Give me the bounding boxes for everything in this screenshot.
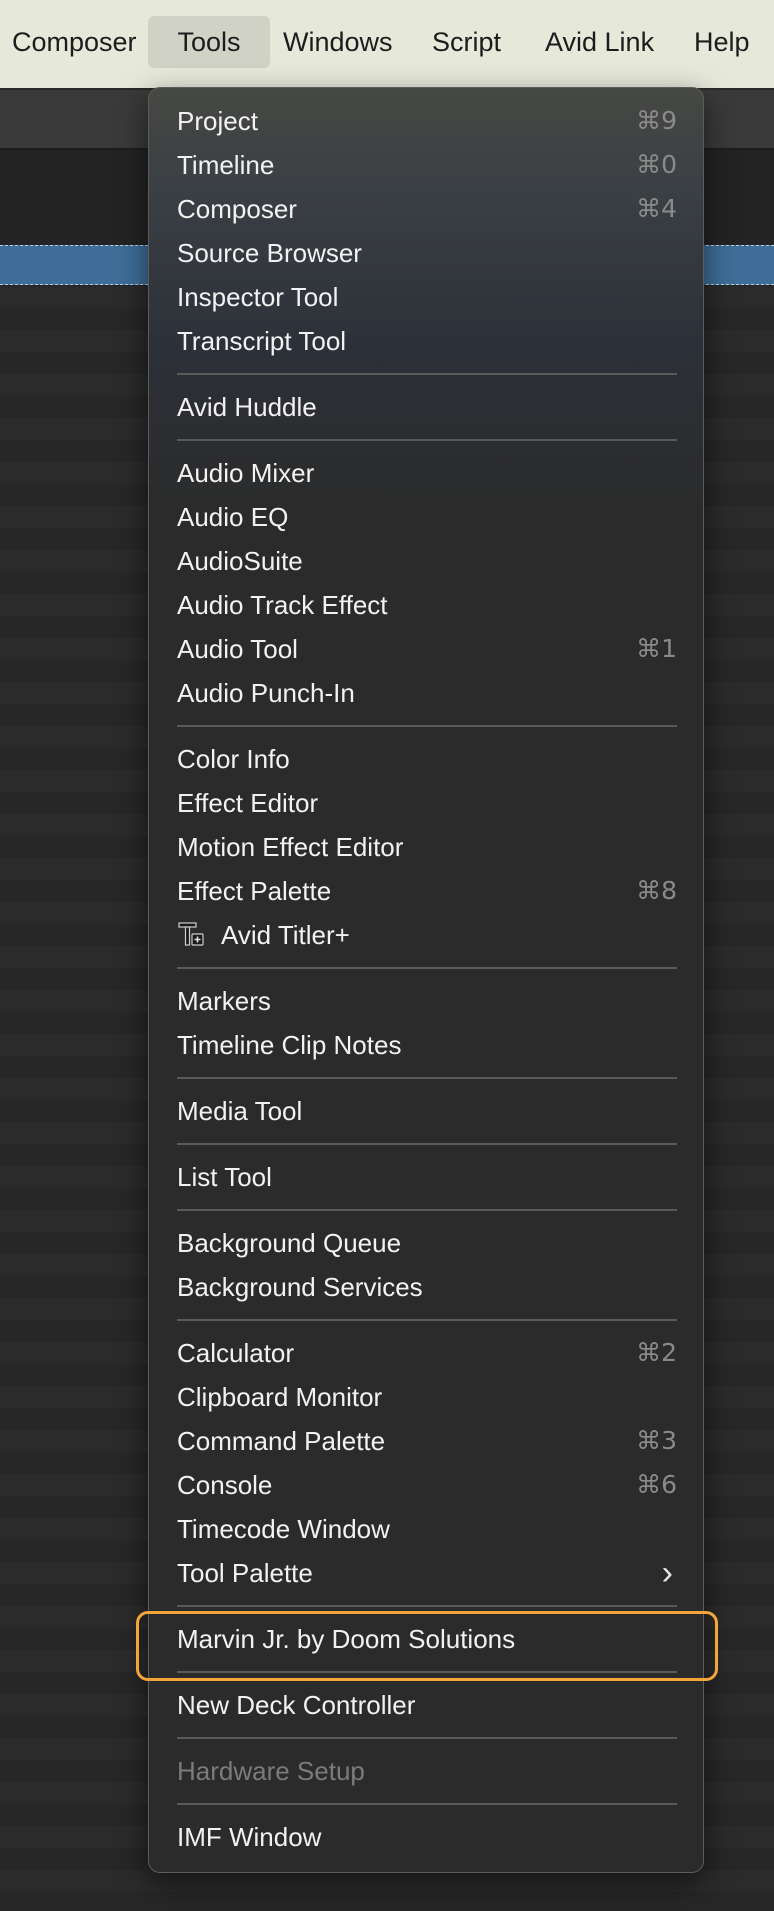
menu-separator <box>177 439 677 441</box>
menu-item-label: Project <box>177 106 258 136</box>
menubar-avid-link[interactable]: Avid Link <box>529 16 670 68</box>
menu-item-avid-titler[interactable]: Avid Titler+ <box>177 913 677 957</box>
menubar-composer[interactable]: Composer <box>0 16 153 68</box>
menu-item-project[interactable]: Project ⌘9 <box>177 99 677 143</box>
menu-item-label: Marvin Jr. by Doom Solutions <box>177 1624 516 1654</box>
menu-item-audio-punch-in[interactable]: Audio Punch-In <box>177 671 677 715</box>
menu-item-transcript-tool[interactable]: Transcript Tool <box>177 319 677 363</box>
menu-item-label: Clipboard Monitor <box>177 1382 383 1412</box>
menu-item-command-palette[interactable]: Command Palette ⌘3 <box>177 1419 677 1463</box>
shortcut-label: ⌘6 <box>636 1470 677 1499</box>
menu-item-audio-track-effect[interactable]: Audio Track Effect <box>177 583 677 627</box>
menu-item-label: AudioSuite <box>177 546 303 576</box>
menu-item-label: Audio Mixer <box>177 458 315 488</box>
menu-item-label: Hardware Setup <box>177 1756 365 1786</box>
menu-item-list-tool[interactable]: List Tool <box>177 1155 677 1199</box>
menu-item-label: Audio Track Effect <box>177 590 388 620</box>
menu-item-label: Inspector Tool <box>177 282 339 312</box>
menu-separator <box>177 373 677 375</box>
menu-item-audio-eq[interactable]: Audio EQ <box>177 495 677 539</box>
menu-item-inspector-tool[interactable]: Inspector Tool <box>177 275 677 319</box>
menu-item-label: Source Browser <box>177 238 362 268</box>
menu-item-label: Composer <box>177 194 297 224</box>
menu-item-label: Avid Titler+ <box>221 920 350 950</box>
menubar-windows[interactable]: Windows <box>267 16 409 68</box>
menu-item-label: Timecode Window <box>177 1514 390 1544</box>
menu-item-audio-tool[interactable]: Audio Tool ⌘1 <box>177 627 677 671</box>
menu-item-timeline-clip-notes[interactable]: Timeline Clip Notes <box>177 1023 677 1067</box>
shortcut-label: ⌘1 <box>636 634 677 663</box>
menu-item-effect-palette[interactable]: Effect Palette ⌘8 <box>177 869 677 913</box>
menu-item-label: Avid Huddle <box>177 392 317 422</box>
titler-icon <box>177 918 207 948</box>
menu-item-timeline[interactable]: Timeline ⌘0 <box>177 143 677 187</box>
menu-item-background-queue[interactable]: Background Queue <box>177 1221 677 1265</box>
menu-separator <box>177 1143 677 1145</box>
menu-item-marvin-jr-by-doom-solutions[interactable]: Marvin Jr. by Doom Solutions <box>177 1617 677 1661</box>
menu-separator <box>177 1671 677 1673</box>
menu-item-label: Media Tool <box>177 1096 303 1126</box>
menu-item-new-deck-controller[interactable]: New Deck Controller <box>177 1683 677 1727</box>
chevron-right-icon: › <box>661 1554 673 1592</box>
menubar-help[interactable]: Help <box>678 16 766 68</box>
menu-item-timecode-window[interactable]: Timecode Window <box>177 1507 677 1551</box>
menu-item-console[interactable]: Console ⌘6 <box>177 1463 677 1507</box>
menu-separator <box>177 1077 677 1079</box>
menu-item-media-tool[interactable]: Media Tool <box>177 1089 677 1133</box>
menu-bar: Composer Tools Windows Script Avid Link … <box>0 0 774 90</box>
menubar-script[interactable]: Script <box>416 16 517 68</box>
menu-item-composer[interactable]: Composer ⌘4 <box>177 187 677 231</box>
menu-item-label: Tool Palette <box>177 1558 313 1588</box>
menu-item-audiosuite[interactable]: AudioSuite <box>177 539 677 583</box>
menu-item-label: IMF Window <box>177 1822 322 1852</box>
shortcut-label: ⌘0 <box>636 150 677 179</box>
shortcut-label: ⌘9 <box>636 106 677 135</box>
menu-item-source-browser[interactable]: Source Browser <box>177 231 677 275</box>
menu-item-label: Timeline <box>177 150 275 180</box>
menu-item-label: Background Queue <box>177 1228 402 1258</box>
menu-item-label: List Tool <box>177 1162 272 1192</box>
menu-item-audio-mixer[interactable]: Audio Mixer <box>177 451 677 495</box>
menu-item-hardware-setup: Hardware Setup <box>177 1749 677 1793</box>
menu-separator <box>177 1209 677 1211</box>
menu-item-markers[interactable]: Markers <box>177 979 677 1023</box>
shortcut-label: ⌘2 <box>636 1338 677 1367</box>
menu-separator <box>177 1737 677 1739</box>
shortcut-label: ⌘8 <box>636 876 677 905</box>
menu-item-label: Motion Effect Editor <box>177 832 404 862</box>
menu-item-label: Audio EQ <box>177 502 289 532</box>
menu-item-motion-effect-editor[interactable]: Motion Effect Editor <box>177 825 677 869</box>
menu-item-label: Command Palette <box>177 1426 386 1456</box>
menu-item-label: Markers <box>177 986 271 1016</box>
menu-item-calculator[interactable]: Calculator ⌘2 <box>177 1331 677 1375</box>
menu-item-avid-huddle[interactable]: Avid Huddle <box>177 385 677 429</box>
menu-item-label: Color Info <box>177 744 290 774</box>
shortcut-label: ⌘3 <box>636 1426 677 1455</box>
menubar-tools[interactable]: Tools <box>148 16 270 68</box>
shortcut-label: ⌘4 <box>636 194 677 223</box>
menu-separator <box>177 1803 677 1805</box>
menu-item-clipboard-monitor[interactable]: Clipboard Monitor <box>177 1375 677 1419</box>
menu-item-tool-palette[interactable]: Tool Palette › <box>177 1551 677 1595</box>
menu-separator <box>177 725 677 727</box>
menu-item-label: Effect Palette <box>177 876 332 906</box>
menu-item-color-info[interactable]: Color Info <box>177 737 677 781</box>
menu-item-effect-editor[interactable]: Effect Editor <box>177 781 677 825</box>
menu-item-label: Calculator <box>177 1338 295 1368</box>
menu-item-label: Effect Editor <box>177 788 319 818</box>
menu-item-label: Timeline Clip Notes <box>177 1030 402 1060</box>
menu-item-label: Background Services <box>177 1272 423 1302</box>
menu-item-label: Audio Punch-In <box>177 678 355 708</box>
menu-separator <box>177 1319 677 1321</box>
menu-item-label: New Deck Controller <box>177 1690 416 1720</box>
menu-item-label: Audio Tool <box>177 634 298 664</box>
menu-separator <box>177 1605 677 1607</box>
menu-separator <box>177 967 677 969</box>
menu-item-imf-window[interactable]: IMF Window <box>177 1815 677 1859</box>
menu-item-label: Console <box>177 1470 273 1500</box>
menu-item-label: Transcript Tool <box>177 326 347 356</box>
menu-item-background-services[interactable]: Background Services <box>177 1265 677 1309</box>
tools-menu: Project ⌘9 Timeline ⌘0 Composer ⌘4 Source Brow… <box>148 87 704 1873</box>
